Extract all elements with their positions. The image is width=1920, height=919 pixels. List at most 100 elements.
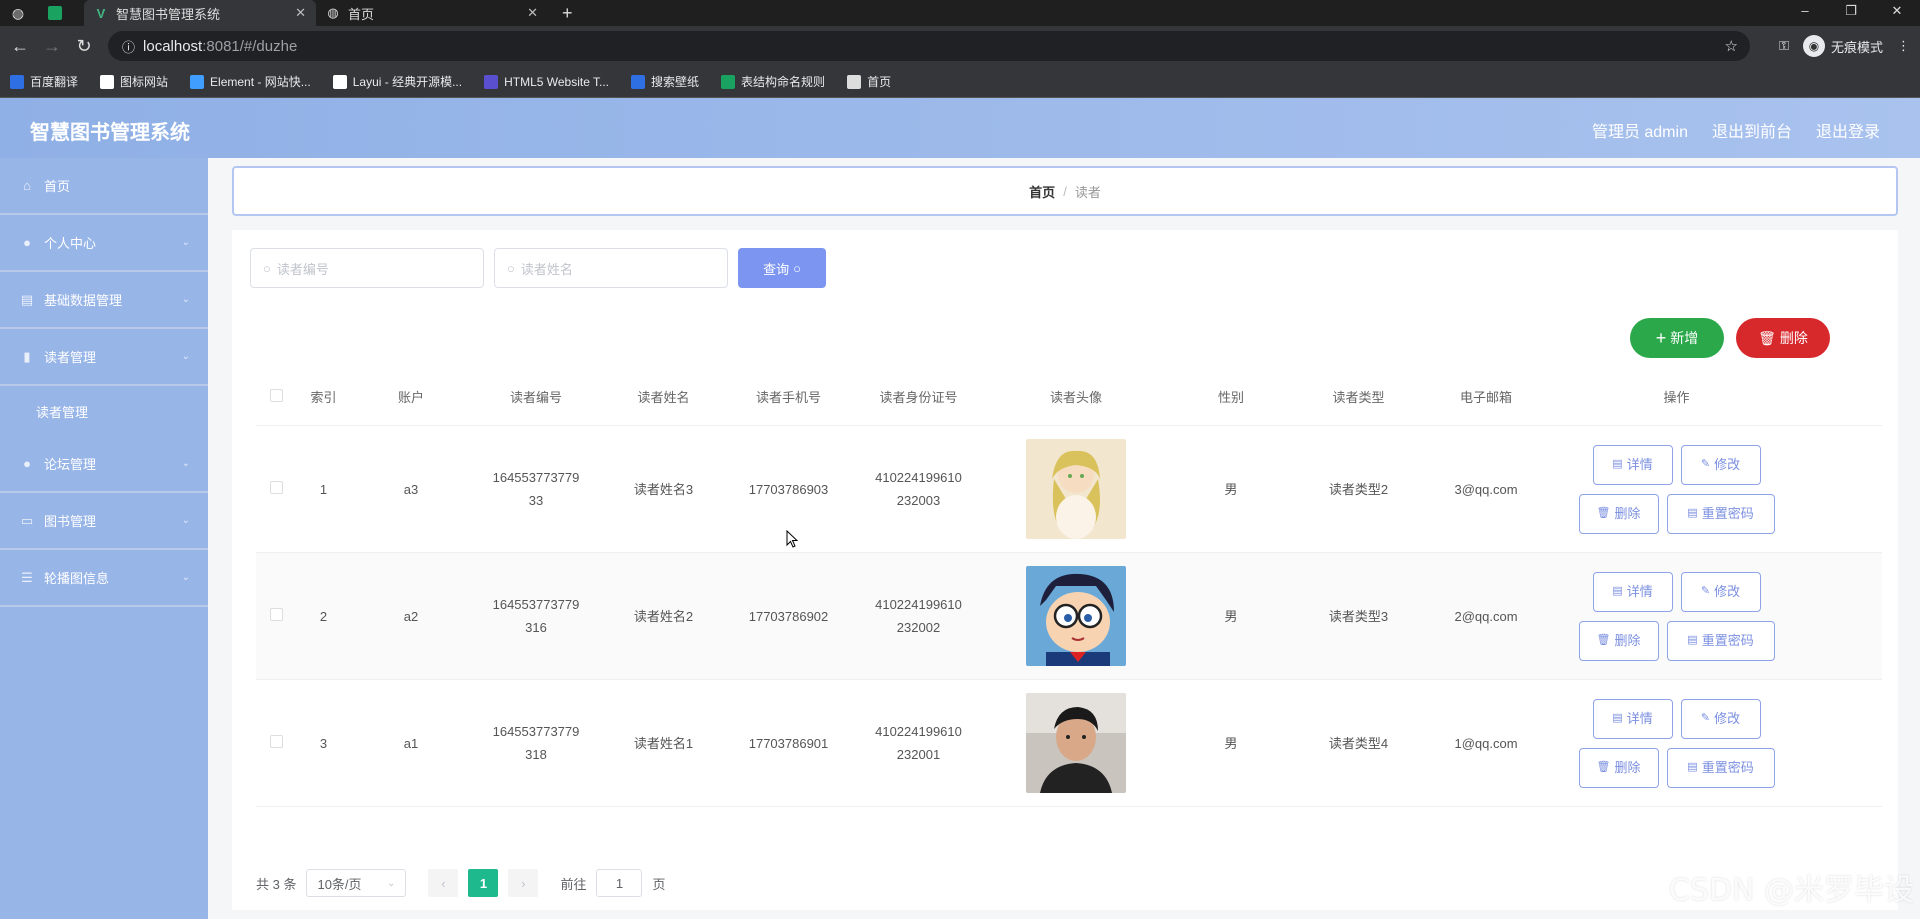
table-row: 2 a2 164553773779 316 读者姓名2 17703786902 410224… <box>256 553 1882 680</box>
delete-button[interactable]: 🗑 删除 <box>1578 493 1659 534</box>
row-checkbox[interactable] <box>269 607 283 621</box>
restore-icon[interactable]: ❐ <box>1828 0 1874 26</box>
url-input[interactable]: ⓘ localhost:8081/#/duzhe ☆ <box>108 31 1750 61</box>
window-controls: – ❐ ✕ <box>1782 0 1920 26</box>
bookmark-item[interactable]: 百度翻译 <box>10 73 78 90</box>
row-checkbox[interactable] <box>269 480 283 494</box>
page-number-current[interactable]: 1 <box>468 869 499 897</box>
sidebar-item[interactable]: ▭ 图书管理 ⌄ <box>0 493 208 550</box>
tab-home[interactable]: ◍ 首页 ✕ <box>316 0 548 26</box>
reader-icon: ▮ <box>23 348 31 364</box>
batch-delete-button[interactable]: 🗑 删除 <box>1736 318 1830 358</box>
forward-icon[interactable]: → <box>36 36 68 57</box>
sidebar-item[interactable]: ☰ 轮播图信息 ⌄ <box>0 550 208 607</box>
bookmark-item[interactable]: Element - 网站快... <box>190 73 311 90</box>
app-header: 智慧图书管理系统 管理员 admin 退出到前台 退出登录 <box>0 98 1920 158</box>
incognito-indicator[interactable]: ◉ 无痕模式 <box>1802 35 1883 57</box>
cell-reader-name: 读者姓名2 <box>633 608 694 624</box>
chevron-down-icon: ⌄ <box>181 572 190 583</box>
next-page-button[interactable]: › <box>508 869 539 897</box>
cell-phone: 17703786902 <box>748 608 829 624</box>
window-close-icon[interactable]: ✕ <box>1874 0 1920 26</box>
query-button[interactable]: 查询 ○ <box>738 248 826 288</box>
to-front-link[interactable]: 退出到前台 <box>1712 118 1792 142</box>
reset-password-button[interactable]: ▤ 重置密码 <box>1666 493 1775 534</box>
reader-name-search-input[interactable]: ○ 读者姓名 <box>494 248 728 288</box>
new-tab-icon[interactable]: + <box>562 3 573 24</box>
select-all-checkbox[interactable] <box>269 389 283 402</box>
detail-icon: ▤ <box>1687 507 1698 519</box>
sidebar-item[interactable]: ⌂ 首页 <box>0 158 208 215</box>
plus-icon: + <box>1655 327 1667 348</box>
globe-icon[interactable]: ◍ <box>8 3 28 23</box>
cell-account: a3 <box>403 481 419 497</box>
admin-user-label[interactable]: 管理员 admin <box>1592 118 1688 142</box>
minimize-icon[interactable]: – <box>1782 0 1828 26</box>
bookmark-item[interactable]: 首页 <box>847 73 891 90</box>
delete-button[interactable]: 🗑 删除 <box>1578 620 1659 661</box>
reader-no-search-input[interactable]: ○ 读者编号 <box>250 248 484 288</box>
reset-password-button[interactable]: ▤ 重置密码 <box>1666 620 1775 661</box>
bookmark-favicon-icon <box>631 74 646 89</box>
chevron-down-icon: ⌄ <box>181 351 190 362</box>
sidebar-item[interactable]: ● 个人中心 ⌄ <box>0 215 208 272</box>
trash-icon: 🗑 <box>1596 761 1611 773</box>
reload-icon[interactable]: ↻ <box>68 36 100 57</box>
chevron-down-icon: ⌄ <box>181 237 190 248</box>
row-action-group: ▤ 详情 ✎ 修改 🗑 删除 ▤ 重置密码 <box>1551 444 1802 534</box>
id-card-line1: 410224199610 <box>875 724 962 739</box>
bookmark-item[interactable]: 搜索壁纸 <box>631 73 699 90</box>
close-icon[interactable]: ✕ <box>295 5 306 21</box>
cell-reader-no: 164553773779 318 <box>471 720 601 766</box>
delete-button[interactable]: 🗑 删除 <box>1578 747 1659 788</box>
url-host: localhost <box>143 37 203 55</box>
detail-button[interactable]: ▤ 详情 <box>1592 444 1673 485</box>
home-icon: ⌂ <box>23 178 31 193</box>
tab-main[interactable]: V 智慧图书管理系统 ✕ <box>84 0 316 26</box>
edit-button[interactable]: ✎ 修改 <box>1680 571 1761 612</box>
search-icon: ○ <box>507 260 515 276</box>
sidebar-item[interactable]: ▤ 基础数据管理 ⌄ <box>0 272 208 329</box>
address-bar: ← → ↻ ⓘ localhost:8081/#/duzhe ☆ ⚿ ◉ 无痕模… <box>0 26 1920 66</box>
detail-button[interactable]: ▤ 详情 <box>1592 698 1673 739</box>
edit-button[interactable]: ✎ 修改 <box>1680 444 1761 485</box>
sidebar-item[interactable]: ● 论坛管理 ⌄ <box>0 436 208 493</box>
bookmark-item[interactable]: HTML5 Website T... <box>484 74 609 89</box>
vue-logo-icon: V <box>96 5 106 21</box>
menu-icon[interactable]: ⋮ <box>1897 38 1910 54</box>
sidebar-item[interactable]: ▮ 读者管理 ⌄ <box>0 329 208 386</box>
pagination: 共 3 条 10条/页 ⌄ ‹ 1 › 前往 1 页 <box>256 868 666 898</box>
key-icon[interactable]: ⚿ <box>1779 38 1789 54</box>
bookmark-favicon-icon <box>721 74 736 89</box>
detail-button[interactable]: ▤ 详情 <box>1592 571 1673 612</box>
pinned-tab-icon[interactable] <box>48 6 62 20</box>
sidebar-item-label: 读者管理 <box>44 350 97 365</box>
breadcrumb-home[interactable]: 首页 <box>1029 182 1055 201</box>
bookmark-label: Layui - 经典开源模... <box>352 75 463 89</box>
chevron-down-icon: ⌄ <box>387 877 396 889</box>
goto-page-input[interactable]: 1 <box>596 869 643 897</box>
cell-gender: 男 <box>1224 481 1238 497</box>
bookmark-item[interactable]: Layui - 经典开源模... <box>332 73 463 90</box>
bookmarks-bar: 百度翻译 图标网站 Element - 网站快... Layui - 经典开源模...… <box>0 66 1920 98</box>
cell-phone: 17703786901 <box>748 735 829 751</box>
bookmark-item[interactable]: 图标网站 <box>100 73 168 90</box>
reset-password-button[interactable]: ▤ 重置密码 <box>1666 747 1775 788</box>
add-button[interactable]: + 新增 <box>1630 318 1724 358</box>
close-icon[interactable]: ✕ <box>527 5 538 21</box>
star-icon[interactable]: ☆ <box>1725 37 1738 55</box>
prev-page-button[interactable]: ‹ <box>428 869 459 897</box>
sidebar-subitem-reader-management[interactable]: 读者管理 <box>0 386 208 436</box>
header-id-card: 读者身份证号 <box>879 390 958 405</box>
page-size-select[interactable]: 10条/页 ⌄ <box>306 869 407 897</box>
header-account: 账户 <box>397 390 424 405</box>
logout-link[interactable]: 退出登录 <box>1816 118 1880 142</box>
app-title: 智慧图书管理系统 <box>30 122 190 144</box>
incognito-icon: ◉ <box>1802 35 1825 57</box>
header-checkbox-cell <box>256 386 296 409</box>
edit-button[interactable]: ✎ 修改 <box>1680 698 1761 739</box>
book-icon: ▭ <box>20 512 34 528</box>
bookmark-item[interactable]: 表结构命名规则 <box>721 73 825 90</box>
row-checkbox[interactable] <box>269 734 283 748</box>
back-icon[interactable]: ← <box>4 36 36 57</box>
